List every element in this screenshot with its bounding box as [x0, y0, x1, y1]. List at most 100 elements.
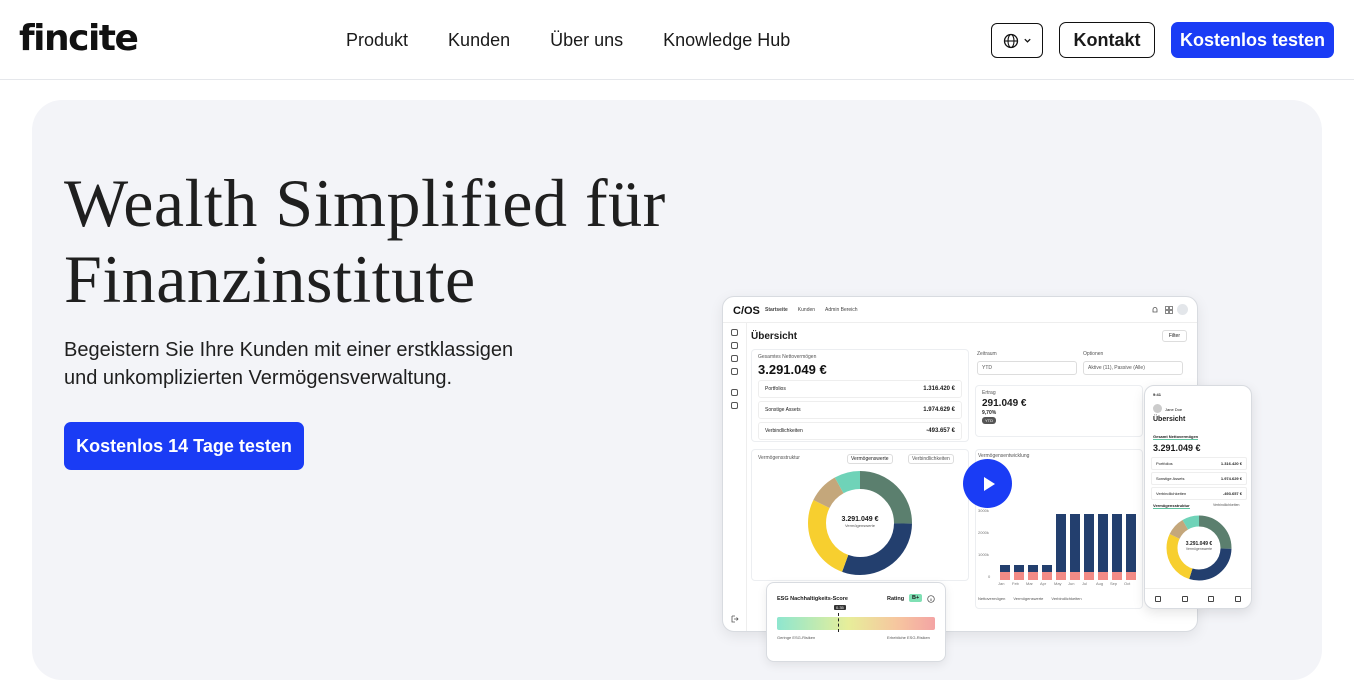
liability-bar: [1084, 572, 1094, 580]
asset-bar: [1028, 564, 1038, 573]
asset-bar: [1084, 514, 1094, 573]
esg-marker-label: 0.35: [834, 605, 846, 610]
dashboard-tab-admin: Admin Bereich: [825, 307, 858, 313]
asset-structure-label: Vermögensstruktur: [758, 455, 800, 461]
month-label: Sep: [1110, 581, 1118, 586]
asset-bar: [1070, 514, 1080, 573]
phone-rows: Portfolios 1.316.420 € Sonstige Assets 1.9…: [1151, 457, 1247, 500]
dashboard-tabs: Startseite Kunden Admin Bereich: [765, 307, 858, 313]
row-value: -493.657 €: [926, 428, 955, 434]
phone-preview: 9:41 Jane Doe Übersicht Gesamt Nettoverm…: [1144, 385, 1252, 609]
net-worth-card: Gesamtes Nettovermögen 3.291.049 € Portf…: [751, 349, 969, 442]
donut-center: 3.291.049 € Vermögenswerte: [807, 516, 913, 528]
contact-button[interactable]: Kontakt: [1059, 22, 1155, 58]
bell-icon: [1152, 307, 1158, 313]
donut-center-label: Vermögenswerte: [844, 523, 875, 528]
hero-title-line-1: Wealth Simplified für: [64, 165, 666, 241]
hero-subtitle-line-1: Begeistern Sie Ihre Kunden mit einer ers…: [64, 339, 514, 361]
chevron-down-icon: [1023, 38, 1031, 43]
top-navbar: fincite Produkt Kunden Über uns Knowledg…: [0, 0, 1354, 80]
fincite-logo[interactable]: fincite: [19, 19, 139, 59]
donut-center-value: 3.291.049 €: [841, 516, 879, 523]
asset-structure-card: Vermögensstruktur Vermögenswerte Verbind…: [751, 449, 969, 581]
liability-bar: [1098, 572, 1108, 580]
esg-gradient-bar: [777, 617, 935, 630]
y-tick: 2000k: [978, 530, 989, 535]
month-label: Jan: [998, 581, 1005, 586]
y-tick: 0: [988, 574, 991, 579]
document-icon: [731, 389, 738, 396]
diamond-icon: [1181, 595, 1188, 602]
nav-link-knowledge-hub[interactable]: Knowledge Hub: [663, 30, 790, 51]
play-icon: [983, 476, 995, 491]
esg-score-card: ESG Nachhaltigkeits-Score Rating B+ 0.35…: [766, 582, 946, 662]
period-select: YTD: [977, 361, 1077, 375]
options-label: Optionen: [1083, 351, 1104, 357]
yield-value: 291.049 €: [982, 398, 1027, 409]
liability-bar: [1014, 572, 1024, 580]
period-panel: Zeitraum Optionen YTD Aktive (11), Passi…: [975, 351, 1190, 379]
y-tick: 3000k: [978, 508, 989, 513]
language-selector[interactable]: [991, 23, 1043, 58]
row-label: Sonstige Assets: [765, 407, 801, 413]
asset-bar: [1126, 514, 1136, 573]
phone-row: Portfolios 1.316.420 €: [1151, 457, 1247, 470]
phone-tabbar: [1145, 588, 1251, 608]
briefcase-icon: [1208, 595, 1215, 602]
asset-bar: [1098, 514, 1108, 573]
liabilities-tab: Verbindlichkeiten: [908, 454, 954, 464]
asset-bar: [1042, 564, 1052, 573]
hero-cta-button[interactable]: Kostenlos 14 Tage testen: [64, 422, 304, 470]
logout-icon: [731, 615, 739, 623]
liability-bar: [1112, 572, 1122, 580]
row-label: Sonstige Assets: [1156, 476, 1185, 481]
asset-bar: [1056, 514, 1066, 573]
globe-icon: [1003, 33, 1018, 48]
nav-link-ueber-uns[interactable]: Über uns: [550, 30, 623, 51]
phone-row: Sonstige Assets 1.974.629 €: [1151, 472, 1247, 485]
diamond-icon: [731, 342, 738, 349]
home-icon: [731, 329, 738, 336]
liability-bar: [1042, 572, 1052, 580]
dashboard-tab-customers: Kunden: [797, 307, 816, 313]
month-label: Feb: [1012, 581, 1019, 586]
phone-row: Verbindlichkeiten -493.657 €: [1151, 487, 1247, 500]
nav-link-produkt[interactable]: Produkt: [346, 30, 408, 51]
play-video-button[interactable]: [963, 459, 1012, 508]
home-icon: [1155, 595, 1162, 602]
dashboard-tab-home: Startseite: [765, 307, 788, 313]
net-worth-value: 3.291.049 €: [758, 362, 827, 377]
main-nav: Produkt Kunden Über uns Knowledge Hub: [346, 30, 790, 51]
dashboard-logo: C/OS: [733, 305, 760, 317]
phone-donut-center: 3.291.049 € Vermögenswerte: [1166, 541, 1232, 551]
row-label: Verbindlichkeiten: [765, 428, 803, 434]
row-value: 1.974.629 €: [1220, 476, 1242, 481]
month-label: Jun: [1068, 581, 1075, 586]
legend-net-worth: Nettovermögen: [978, 596, 1006, 601]
liability-bar: [1000, 572, 1010, 580]
options-select: Aktive (11), Passive (Alle): [1083, 361, 1183, 375]
info-icon: [927, 595, 935, 603]
month-label: May: [1054, 581, 1062, 586]
bar-chart: [1000, 504, 1140, 580]
month-axis: Jan Feb Mar Apr May Jun Jul Aug Sep Oct: [998, 581, 1144, 589]
phone-structure-label: Vermögensstruktur: [1153, 503, 1190, 509]
legend-assets: Vermögenswerte: [1013, 596, 1044, 601]
chart-icon: [731, 368, 738, 375]
briefcase-icon: [731, 355, 738, 362]
hero-subtitle-line-2: und unkomplizierten Vermögensverwaltung.: [64, 367, 452, 389]
free-trial-button[interactable]: Kostenlos testen: [1171, 22, 1334, 58]
y-axis: 3000k 2000k 1000k 0: [978, 508, 994, 584]
row-label: Verbindlichkeiten: [1156, 491, 1187, 496]
nav-link-kunden[interactable]: Kunden: [448, 30, 510, 51]
phone-net-value: 3.291.049 €: [1153, 443, 1201, 453]
net-worth-row: Sonstige Assets 1.974.629 €: [758, 401, 962, 419]
hero-subtitle: Begeistern Sie Ihre Kunden mit einer ers…: [64, 336, 524, 392]
esg-rating-badge: B+: [909, 594, 923, 602]
legend-liabilities: Verbindlichkeiten: [1051, 596, 1082, 601]
asset-bar: [1014, 564, 1024, 573]
esg-marker-line: [838, 613, 839, 632]
net-worth-row: Portfolios 1.316.420 €: [758, 380, 962, 398]
net-worth-label: Gesamtes Nettovermögen: [758, 354, 817, 360]
hero-title: Wealth Simplified für Finanzinstitute: [64, 165, 704, 317]
